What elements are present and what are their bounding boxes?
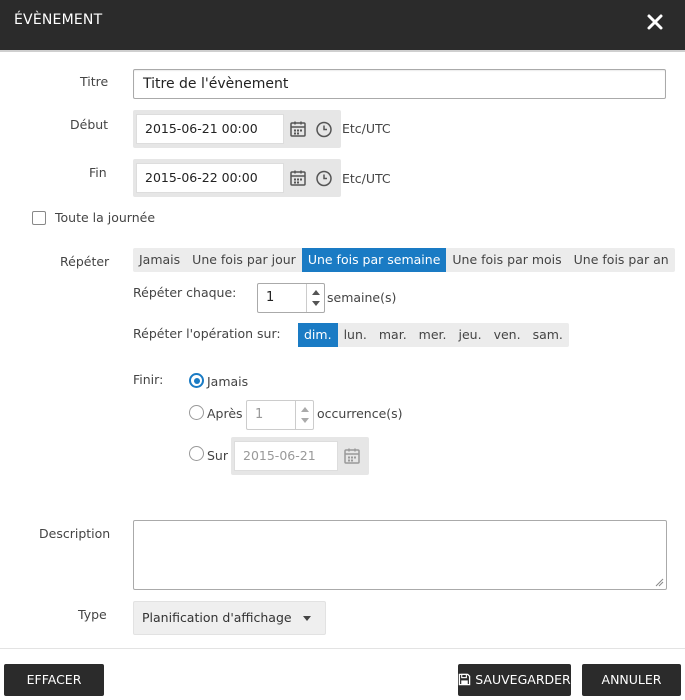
weekday-tuesday[interactable]: mar.	[373, 323, 413, 347]
dialog-title: ÉVÈNEMENT	[14, 12, 103, 28]
caret-down-icon	[303, 616, 311, 621]
end-never-radio[interactable]	[189, 373, 204, 388]
save-button[interactable]: SAUVEGARDER	[458, 664, 571, 696]
clear-button[interactable]: EFFACER	[4, 664, 104, 696]
title-label: Titre	[80, 74, 109, 89]
weekday-sunday[interactable]: dim.	[298, 323, 338, 347]
end-never-label[interactable]: Jamais	[207, 374, 248, 389]
type-select-value: Planification d'affichage	[142, 610, 292, 625]
repeat-label: Répéter	[60, 254, 110, 269]
all-day-label[interactable]: Toute la journée	[55, 210, 155, 225]
end-on-radio[interactable]	[189, 446, 204, 461]
cancel-button[interactable]: ANNULER	[582, 664, 681, 696]
repeat-option-monthly[interactable]: Une fois par mois	[446, 248, 567, 272]
end-on-date-input[interactable]: 2015-06-21	[234, 441, 338, 471]
weekday-selector: dim. lun. mar. mer. jeu. ven. sam.	[298, 323, 569, 347]
stepper-arrows-icon[interactable]	[306, 284, 324, 312]
end-timezone: Etc/UTC	[342, 171, 391, 186]
title-input[interactable]: Titre de l'évènement	[133, 69, 666, 99]
start-label: Début	[70, 117, 109, 132]
calendar-icon[interactable]	[342, 446, 362, 466]
all-day-checkbox[interactable]	[32, 211, 46, 225]
type-label: Type	[78, 607, 107, 622]
repeat-every-label: Répéter chaque:	[133, 285, 237, 300]
repeat-option-yearly[interactable]: Une fois par an	[568, 248, 675, 272]
repeat-frequency-selector: Jamais Une fois par jour Une fois par se…	[133, 248, 675, 272]
resize-grip-icon[interactable]	[654, 577, 664, 587]
start-datetime-input[interactable]: 2015-06-21 00:00	[136, 114, 284, 144]
end-after-label[interactable]: Après	[207, 406, 243, 421]
end-after-stepper[interactable]: 1	[246, 400, 314, 430]
weekday-thursday[interactable]: jeu.	[453, 323, 488, 347]
description-textarea[interactable]	[133, 520, 667, 590]
end-after-radio[interactable]	[189, 405, 204, 420]
end-after-value: 1	[255, 407, 264, 422]
dialog-header: ÉVÈNEMENT	[0, 0, 685, 52]
calendar-icon[interactable]	[288, 168, 308, 188]
repeat-option-weekly[interactable]: Une fois par semaine	[301, 248, 447, 272]
weekday-monday[interactable]: lun.	[338, 323, 373, 347]
repeat-option-daily[interactable]: Une fois par jour	[186, 248, 302, 272]
weekday-wednesday[interactable]: mer.	[413, 323, 453, 347]
close-icon[interactable]	[643, 10, 667, 34]
footer-divider	[0, 648, 685, 649]
save-button-label: SAUVEGARDER	[475, 672, 571, 687]
cancel-button-label: ANNULER	[601, 672, 662, 687]
weekday-friday[interactable]: ven.	[488, 323, 527, 347]
stepper-arrows-icon[interactable]	[295, 401, 313, 429]
start-datetime-group: 2015-06-21 00:00	[133, 110, 341, 148]
repeat-option-never[interactable]: Jamais	[133, 248, 186, 272]
repeat-every-unit: semaine(s)	[327, 290, 397, 305]
repeat-every-stepper[interactable]: 1	[257, 283, 325, 313]
clear-button-label: EFFACER	[26, 672, 82, 687]
end-datetime-group: 2015-06-22 00:00	[133, 159, 341, 197]
end-on-date-group: 2015-06-21	[231, 437, 369, 475]
repeat-on-label: Répéter l'opération sur:	[133, 326, 281, 341]
clock-icon[interactable]	[314, 168, 334, 188]
end-after-unit: occurrence(s)	[317, 406, 403, 421]
repeat-every-value: 1	[266, 290, 275, 305]
weekday-saturday[interactable]: sam.	[527, 323, 569, 347]
end-repeat-label: Finir:	[133, 372, 164, 387]
clock-icon[interactable]	[314, 119, 334, 139]
end-label: Fin	[89, 165, 107, 180]
end-on-label[interactable]: Sur	[207, 448, 228, 463]
floppy-disk-icon	[459, 673, 471, 686]
end-datetime-input[interactable]: 2015-06-22 00:00	[136, 163, 284, 193]
description-label: Description	[39, 526, 111, 541]
type-select[interactable]: Planification d'affichage	[133, 601, 326, 635]
start-timezone: Etc/UTC	[342, 121, 391, 136]
calendar-icon[interactable]	[288, 119, 308, 139]
